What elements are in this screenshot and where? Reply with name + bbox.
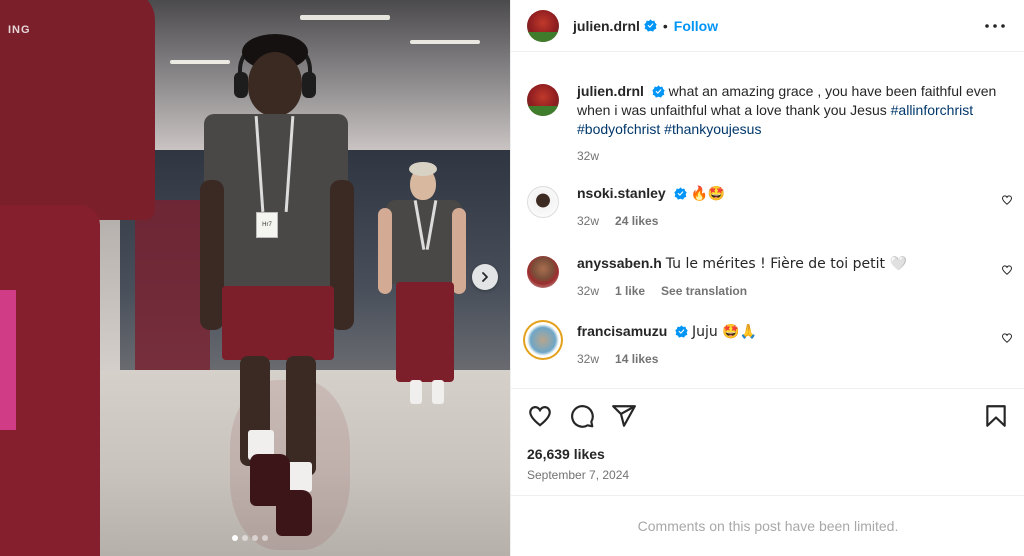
follow-button[interactable]: Follow	[674, 18, 718, 34]
pink-sign	[0, 290, 16, 430]
comment-likes[interactable]: 24 likes	[615, 214, 658, 228]
ceiling-light	[410, 40, 480, 44]
carousel-next-button[interactable]	[472, 264, 498, 290]
heart-icon[interactable]	[1001, 264, 1013, 276]
comments-limited-notice: Comments on this post have been limited.	[511, 495, 1024, 556]
comment-item: nsoki.stanley 🔥🤩 32w 24 likes	[527, 184, 1013, 228]
comment-likes[interactable]: 1 like	[615, 284, 645, 298]
post-date[interactable]: September 7, 2024	[527, 468, 629, 482]
carousel-dot	[262, 535, 268, 541]
more-icon	[985, 23, 1005, 28]
carousel-dot	[242, 535, 248, 541]
commenter-username[interactable]: francisamuzu	[577, 323, 667, 339]
caption: julien.drnl what an amazing grace , you …	[527, 82, 1013, 163]
jacket-logo: ING	[8, 24, 31, 36]
verified-icon	[652, 85, 665, 98]
commenter-avatar[interactable]	[527, 186, 559, 218]
commenter-avatar[interactable]	[527, 324, 559, 356]
heart-icon[interactable]	[1001, 194, 1013, 206]
main-player: Hr7	[190, 30, 370, 550]
commenter-username[interactable]: nsoki.stanley	[577, 185, 666, 201]
comment-text: Tu le mérites ! Fière de toi petit 🤍	[665, 256, 907, 272]
see-translation-link[interactable]: See translation	[661, 284, 747, 298]
bookmark-icon[interactable]	[983, 403, 1009, 429]
post-media[interactable]: Hr7 ING	[0, 0, 510, 556]
verified-icon	[644, 19, 657, 32]
comment-item: anyssaben.h Tu le mérites ! Fière de toi…	[527, 254, 1013, 298]
comment-icon[interactable]	[569, 403, 595, 429]
hashtag-link[interactable]: #thankyoujesus	[664, 121, 761, 137]
carousel-dot	[232, 535, 238, 541]
comments-scroll-area[interactable]: julien.drnl what an amazing grace , you …	[511, 52, 1024, 389]
likes-count[interactable]: 26,639 likes	[527, 446, 605, 462]
hashtag-link[interactable]: #allinforchrist	[891, 102, 973, 118]
author-avatar[interactable]	[527, 84, 559, 116]
verified-icon	[673, 187, 687, 200]
comment-text: Juju 🤩🙏	[692, 324, 758, 340]
comment-item: francisamuzu Juju 🤩🙏 32w 14 likes	[527, 322, 1013, 366]
commenter-username[interactable]: anyssaben.h	[577, 255, 662, 271]
heart-icon[interactable]	[527, 403, 553, 429]
carousel-indicator	[232, 535, 268, 541]
author-avatar[interactable]	[527, 9, 559, 42]
more-options-button[interactable]	[984, 23, 1006, 29]
heart-icon[interactable]	[1001, 332, 1013, 344]
commenter-avatar[interactable]	[527, 256, 559, 288]
verified-icon	[675, 325, 688, 338]
comment-text: 🔥🤩	[690, 186, 726, 202]
lanyard-badge: Hr7	[256, 212, 278, 238]
comment-likes[interactable]: 14 likes	[615, 352, 658, 366]
comment-age[interactable]: 32w	[577, 214, 599, 228]
action-bar	[527, 400, 1009, 432]
caption-username[interactable]: julien.drnl	[577, 83, 644, 99]
author-username[interactable]: julien.drnl	[573, 18, 640, 34]
hashtag-link[interactable]: #bodyofchrist	[577, 121, 660, 137]
chevron-right-icon	[482, 272, 488, 282]
background-player	[378, 160, 470, 420]
separator-dot: •	[662, 17, 668, 34]
share-icon[interactable]	[611, 403, 637, 429]
carousel-dot	[252, 535, 258, 541]
comment-age[interactable]: 32w	[577, 284, 599, 298]
foreground-figure: ING	[0, 0, 160, 556]
comment-age[interactable]: 32w	[577, 352, 599, 366]
caption-age[interactable]: 32w	[577, 149, 599, 163]
ceiling-light	[300, 15, 390, 20]
post-header: julien.drnl • Follow	[511, 0, 1024, 52]
post-side-panel: julien.drnl • Follow julien.drnl what an…	[510, 0, 1024, 556]
